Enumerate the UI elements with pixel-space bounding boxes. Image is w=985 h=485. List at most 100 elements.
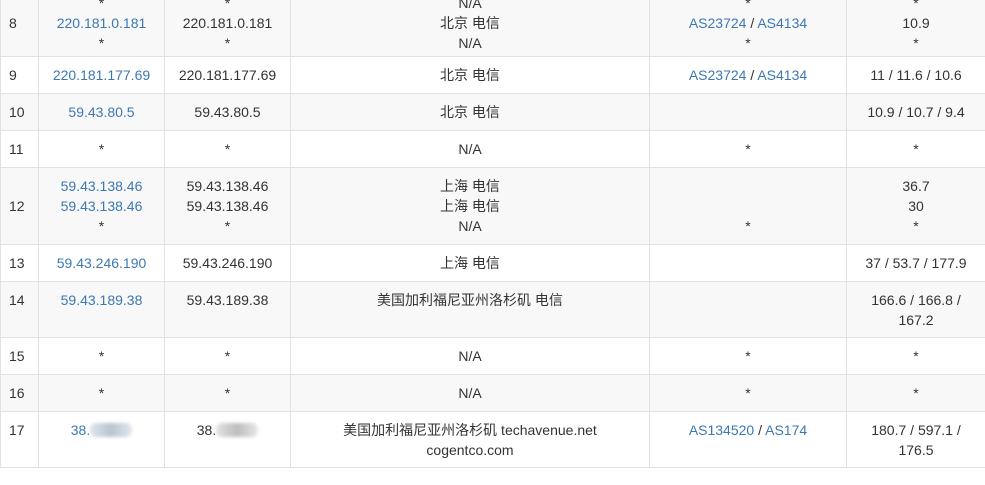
ip-timeout: * xyxy=(98,218,105,234)
geo-location: 美国加利福尼亚州洛杉矶 techavenue.net xyxy=(343,422,597,438)
hop-number: 12 xyxy=(9,198,25,214)
ip-link[interactable]: 59.43.80.5 xyxy=(43,102,160,122)
redacted-hostname-blur xyxy=(216,423,259,437)
ip-cell: * xyxy=(38,374,165,412)
as-link[interactable]: AS174 xyxy=(765,422,807,438)
geo-location: N/A xyxy=(458,34,482,51)
latency-value: * xyxy=(913,141,919,157)
hostname-cell: * xyxy=(164,337,291,375)
ip-cell: * xyxy=(38,337,165,375)
latency-cell: * xyxy=(846,374,985,412)
as-timeout: * xyxy=(745,141,751,157)
latency-value: 37 / 53.7 / 177.9 xyxy=(865,255,967,271)
hop-number: 8 xyxy=(9,14,17,31)
as-timeout: * xyxy=(745,385,751,401)
table-row: 15 * * N/A * * xyxy=(0,337,985,375)
as-link[interactable]: AS4134 xyxy=(757,15,807,31)
latency-cell: * 10.9 * xyxy=(846,0,985,57)
hop-number-cell: 14 xyxy=(0,281,39,338)
as-empty xyxy=(654,253,842,273)
as-numbers: AS134520 / AS174 xyxy=(654,420,842,440)
latency-cell: 10.9 / 10.7 / 9.4 xyxy=(846,93,985,131)
latency-value: * xyxy=(913,348,919,364)
hop-number-cell: 9 xyxy=(0,56,39,94)
hop-number: 14 xyxy=(9,292,25,308)
ip-link[interactable]: 59.43.189.38 xyxy=(43,290,160,310)
hostname-cell: 59.43.80.5 xyxy=(164,93,291,131)
as-cell: * xyxy=(649,337,847,375)
hop-number-cell: 15 xyxy=(0,337,39,375)
hop-number: 11 xyxy=(9,141,24,157)
geo-cell: N/A xyxy=(290,374,650,412)
hostname-cell: * xyxy=(164,130,291,168)
ip-cell: 59.43.80.5 xyxy=(38,93,165,131)
as-link[interactable]: AS134520 xyxy=(689,422,754,438)
ip-cell: 59.43.246.190 xyxy=(38,244,165,282)
as-separator: / xyxy=(746,14,758,31)
geo-location: 北京 电信 xyxy=(440,67,500,83)
hop-number: 16 xyxy=(9,385,25,401)
table-row: 9 220.181.177.69 220.181.177.69 北京 电信 AS2372… xyxy=(0,56,985,94)
hostname-timeout: * xyxy=(224,34,231,51)
as-timeout: * xyxy=(745,218,751,234)
geo-location: N/A xyxy=(458,0,482,11)
ip-link[interactable]: 220.181.177.69 xyxy=(43,65,160,85)
as-timeout: * xyxy=(745,348,751,364)
hostname-cell: 220.181.177.69 xyxy=(164,56,291,94)
hostname-cell: * 220.181.0.181 * xyxy=(164,0,291,57)
latency-value: 166.6 / 166.8 / xyxy=(871,292,961,308)
as-cell: AS134520 / AS174 xyxy=(649,411,847,468)
hop-number-cell: 11 xyxy=(0,130,39,168)
hostname-timeout: * xyxy=(224,348,231,364)
hostname-cell: 59.43.189.38 xyxy=(164,281,291,338)
table-row: 8 * 220.181.0.181 * * 220.181.0.181 * N/A 北京 电信 N… xyxy=(0,0,985,57)
table-row: 12 59.43.138.46 59.43.138.46 * 59.43.138.46 5… xyxy=(0,167,985,245)
hostname: 59.43.80.5 xyxy=(194,104,261,120)
ip-timeout: * xyxy=(98,385,105,401)
as-link[interactable]: AS4134 xyxy=(757,67,807,83)
geo-cell: 北京 电信 xyxy=(290,93,650,131)
as-cell xyxy=(649,281,847,338)
ip-timeout: * xyxy=(98,0,105,11)
as-empty xyxy=(654,102,842,122)
geo-cell: 北京 电信 xyxy=(290,56,650,94)
geo-location: cogentco.com xyxy=(426,442,514,458)
as-empty xyxy=(654,196,842,216)
hostname-timeout: * xyxy=(224,218,231,234)
ip-link[interactable]: 38. xyxy=(43,420,160,440)
traceroute-table: 8 * 220.181.0.181 * * 220.181.0.181 * N/A 北京 电信 N… xyxy=(0,0,985,468)
latency-cell: 11 / 11.6 / 10.6 xyxy=(846,56,985,94)
latency-value: 36.7 xyxy=(902,178,930,194)
hostname: 220.181.177.69 xyxy=(178,67,277,83)
latency-cell: 37 / 53.7 / 177.9 xyxy=(846,244,985,282)
redacted-ip-blur xyxy=(90,423,133,437)
as-numbers: AS23724 / AS4134 xyxy=(654,65,842,85)
hostname: 59.43.138.46 xyxy=(186,198,269,214)
geo-location: 上海 电信 xyxy=(440,255,500,271)
ip-timeout: * xyxy=(98,141,105,157)
geo-location: 美国加利福尼亚州洛杉矶 电信 xyxy=(377,292,563,308)
table-row: 17 38. 38. 美国加利福尼亚州洛杉矶 techavenue.net cogent… xyxy=(0,411,985,468)
as-empty xyxy=(654,290,842,310)
latency-value: * xyxy=(913,385,919,401)
ip-cell: 38. xyxy=(38,411,165,468)
as-link[interactable]: AS23724 xyxy=(689,67,747,83)
ip-timeout: * xyxy=(98,348,105,364)
as-separator: / xyxy=(746,67,758,83)
hostname: 59.43.189.38 xyxy=(186,292,269,308)
hostname-cell: 59.43.138.46 59.43.138.46 * xyxy=(164,167,291,245)
ip-link[interactable]: 59.43.138.46 xyxy=(43,176,160,196)
hop-number-cell: 8 xyxy=(0,0,39,57)
ip-link[interactable]: 59.43.138.46 xyxy=(43,196,160,216)
hostname-timeout: * xyxy=(224,0,231,11)
hostname: 38. xyxy=(169,420,286,440)
geo-location: 上海 电信 xyxy=(440,178,500,194)
ip-link[interactable]: 220.181.0.181 xyxy=(43,13,160,33)
as-cell: AS23724 / AS4134 xyxy=(649,56,847,94)
ip-link[interactable]: 59.43.246.190 xyxy=(43,253,160,273)
as-link[interactable]: AS23724 xyxy=(689,15,747,31)
as-cell: * xyxy=(649,167,847,245)
traceroute-body: 8 * 220.181.0.181 * * 220.181.0.181 * N/A 北京 电信 N… xyxy=(0,0,985,468)
as-cell xyxy=(649,244,847,282)
latency-value: * xyxy=(913,218,919,234)
